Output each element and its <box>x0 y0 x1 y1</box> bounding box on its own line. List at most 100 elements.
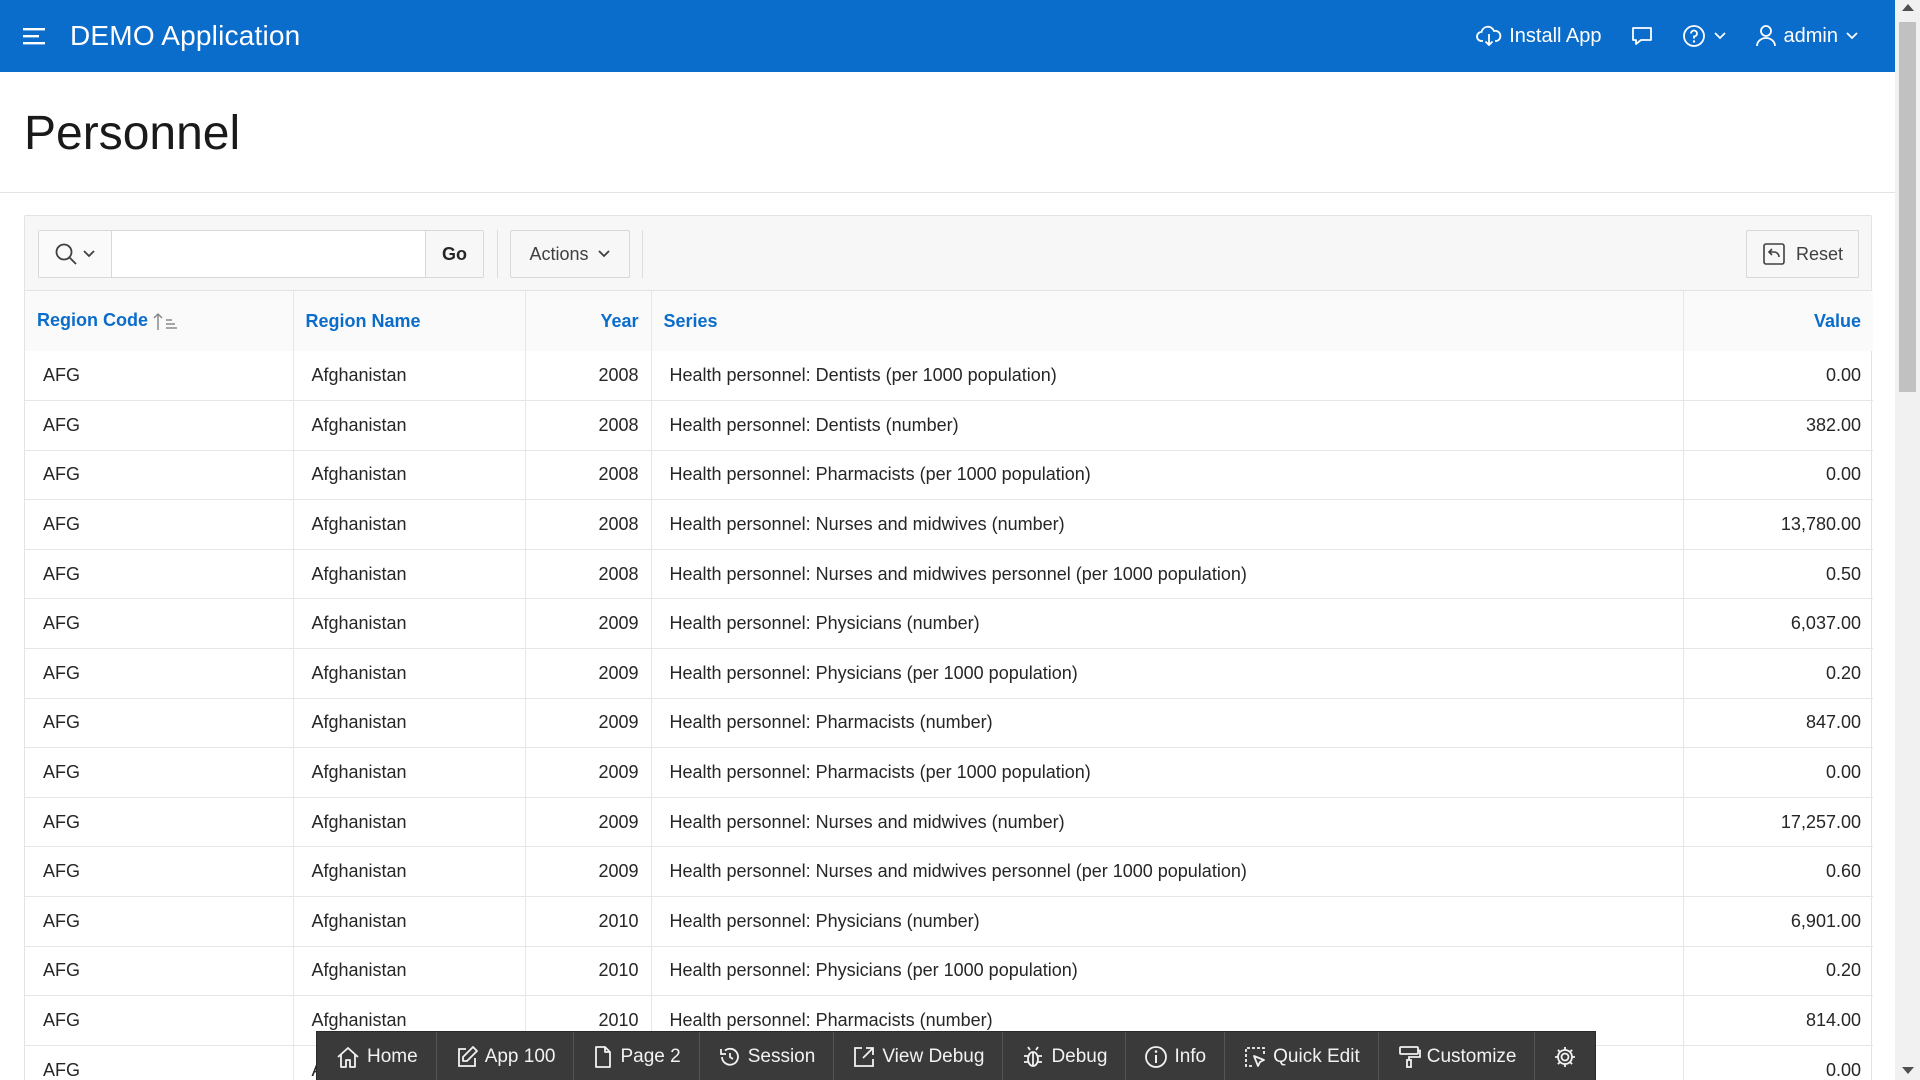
title-bar: Personnel <box>0 72 1895 193</box>
search-icon <box>55 243 77 265</box>
dev-settings-button[interactable] <box>1535 1032 1595 1080</box>
search-column-selector[interactable] <box>39 231 112 277</box>
column-header-region-name[interactable]: Region Name <box>293 291 526 351</box>
dev-view-debug-button[interactable]: View Debug <box>834 1032 1004 1080</box>
table-row: AFG Afghanistan 2008 Health personnel: Dent… <box>25 400 1873 451</box>
column-header-region-code[interactable]: Region Code <box>25 291 294 351</box>
dev-debug-label: Debug <box>1051 1046 1108 1067</box>
table-row: AFG Afghanistan 2010 Health personnel: Phys… <box>25 945 1873 996</box>
cell-value: 0.50 <box>1683 548 1873 599</box>
dev-view-debug-label: View Debug <box>882 1046 985 1067</box>
cell-value: 13,780.00 <box>1683 499 1873 550</box>
dev-quick-edit-label: Quick Edit <box>1273 1046 1360 1067</box>
help-menu-button[interactable] <box>1668 0 1741 72</box>
cell-region-code: AFG <box>25 945 294 996</box>
view-debug-icon <box>854 1047 875 1067</box>
user-icon <box>1755 25 1776 47</box>
app-title[interactable]: DEMO Application <box>70 20 300 52</box>
chevron-down-icon <box>1846 32 1858 40</box>
user-name: admin <box>1783 24 1838 47</box>
scroll-up-arrow-icon[interactable] <box>1902 4 1914 11</box>
reset-button[interactable]: Reset <box>1746 230 1859 278</box>
customize-icon <box>1398 1046 1421 1068</box>
page-scrollbar[interactable] <box>1895 0 1920 1080</box>
cell-region-name: Afghanistan <box>293 598 526 649</box>
cell-region-code: AFG <box>25 796 294 847</box>
go-button[interactable]: Go <box>425 231 483 277</box>
cell-region-code: AFG <box>25 648 294 699</box>
actions-label: Actions <box>529 243 589 264</box>
cell-series: Health personnel: Dentists (number) <box>651 400 1684 451</box>
dev-customize-button[interactable]: Customize <box>1379 1032 1536 1080</box>
bug-icon <box>1024 1046 1043 1067</box>
cloud-download-icon <box>1476 25 1502 47</box>
cell-region-code: AFG <box>25 400 294 451</box>
cell-series: Health personnel: Dentists (per 1000 pop… <box>651 351 1684 401</box>
chat-icon <box>1631 27 1652 45</box>
table-row: AFG Afghanistan 2009 Health personnel: Nurs… <box>25 846 1873 897</box>
table-row: AFG Afghanistan 2009 Health personnel: Phys… <box>25 648 1873 699</box>
table-row: AFG Afghanistan 2008 Health personnel: Phar… <box>25 449 1873 500</box>
table-row: AFG Afghanistan 2009 Health personnel: Phar… <box>25 747 1873 798</box>
table-row: AFG Afghanistan 2009 Health personnel: Phar… <box>25 697 1873 748</box>
cell-region-name: Afghanistan <box>293 648 526 699</box>
cell-value: 847.00 <box>1683 697 1873 748</box>
cell-year: 2009 <box>525 648 652 699</box>
toolbar-separator <box>497 230 498 278</box>
dev-quick-edit-button[interactable]: Quick Edit <box>1225 1032 1379 1080</box>
cell-year: 2009 <box>525 846 652 897</box>
column-header-series[interactable]: Series <box>651 291 1684 351</box>
cell-region-name: Afghanistan <box>293 548 526 599</box>
actions-menu-button[interactable]: Actions <box>510 230 630 278</box>
user-menu-button[interactable]: admin <box>1741 0 1873 72</box>
table-row: AFG Afghanistan 2010 Health personnel: Phys… <box>25 896 1873 947</box>
cell-region-name: Afghanistan <box>293 846 526 897</box>
dev-page-label: Page 2 <box>620 1046 681 1067</box>
table-row: AFG Afghanistan 2008 Health personnel: Nurs… <box>25 548 1873 599</box>
cell-year: 2008 <box>525 351 652 401</box>
dev-app-label: App 100 <box>484 1046 556 1067</box>
cell-year: 2009 <box>525 747 652 798</box>
cell-region-code: AFG <box>25 449 294 500</box>
column-header-value[interactable]: Value <box>1683 291 1873 351</box>
cell-year: 2009 <box>525 796 652 847</box>
cell-region-name: Afghanistan <box>293 747 526 798</box>
dev-info-label: Info <box>1174 1046 1207 1067</box>
cell-year: 2008 <box>525 499 652 550</box>
column-header-year[interactable]: Year <box>525 291 652 351</box>
chevron-down-icon <box>83 250 95 258</box>
scrollbar-thumb[interactable] <box>1899 22 1916 392</box>
dev-app-button[interactable]: App 100 <box>437 1032 575 1080</box>
cell-year: 2009 <box>525 697 652 748</box>
cell-year: 2008 <box>525 400 652 451</box>
search-bar: Go <box>38 230 484 278</box>
cell-region-name: Afghanistan <box>293 896 526 947</box>
reset-icon <box>1763 243 1785 265</box>
cell-region-name: Afghanistan <box>293 351 526 401</box>
cell-region-code: AFG <box>25 499 294 550</box>
feedback-button[interactable] <box>1616 0 1668 72</box>
search-input[interactable] <box>112 231 425 277</box>
cell-series: Health personnel: Physicians (number) <box>651 896 1684 947</box>
dev-debug-button[interactable]: Debug <box>1003 1032 1127 1080</box>
dev-session-button[interactable]: Session <box>700 1032 835 1080</box>
cell-region-code: AFG <box>25 995 294 1046</box>
dev-info-button[interactable]: Info <box>1126 1032 1226 1080</box>
menu-toggle-button[interactable] <box>0 0 70 72</box>
cell-series: Health personnel: Nurses and midwives (n… <box>651 499 1684 550</box>
table-row: AFG Afghanistan 2008 Health personnel: Nurs… <box>25 499 1873 550</box>
dev-page-button[interactable]: Page 2 <box>574 1032 700 1080</box>
chevron-down-icon <box>597 250 610 258</box>
dev-home-button[interactable]: Home <box>317 1032 437 1080</box>
scroll-down-arrow-icon[interactable] <box>1902 1067 1914 1074</box>
install-app-button[interactable]: Install App <box>1462 0 1615 72</box>
page-title: Personnel <box>24 107 241 160</box>
install-app-label: Install App <box>1509 24 1602 47</box>
cell-value: 0.00 <box>1683 1044 1873 1080</box>
cell-value: 6,901.00 <box>1683 896 1873 947</box>
report-grid: Region Code Region Name Year Series Valu… <box>25 291 1873 1080</box>
info-icon <box>1145 1046 1168 1068</box>
dev-customize-label: Customize <box>1426 1046 1517 1067</box>
help-icon <box>1682 25 1705 47</box>
table-row: AFG Afghanistan 2008 Health personnel: Dent… <box>25 351 1873 401</box>
